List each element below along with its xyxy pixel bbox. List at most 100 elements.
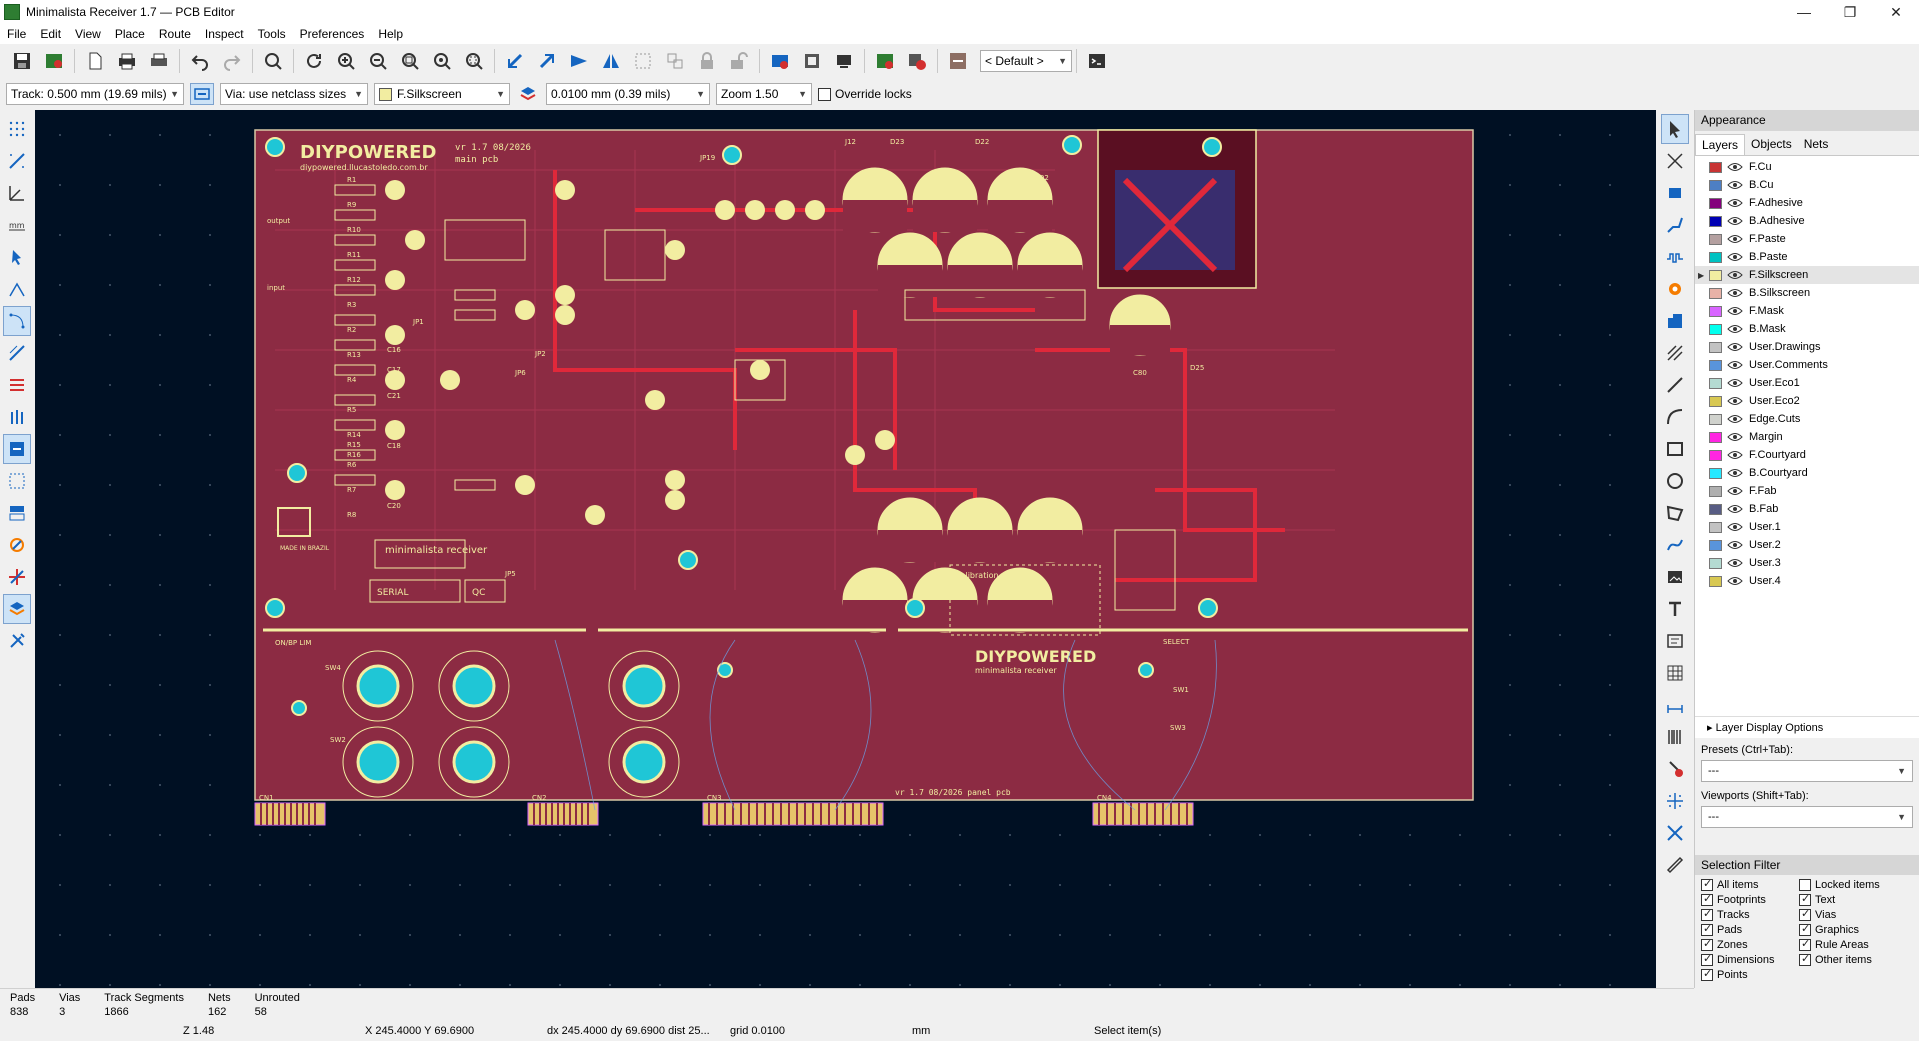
layer-color-swatch[interactable] (1709, 287, 1722, 299)
eye-icon[interactable] (1727, 558, 1743, 568)
delete-tool-button[interactable] (1661, 754, 1689, 784)
filter-item[interactable]: Dimensions (1701, 952, 1793, 967)
layer-row[interactable]: Margin (1695, 428, 1919, 446)
tune-length-button[interactable] (1661, 242, 1689, 272)
filter-checkbox[interactable] (1799, 937, 1811, 951)
unlock-button[interactable] (723, 46, 755, 76)
place-via-button[interactable] (1661, 274, 1689, 304)
add-dimension-button[interactable] (1661, 690, 1689, 720)
show-footprints-button[interactable] (3, 530, 31, 560)
3d-viewer-button[interactable] (869, 46, 901, 76)
track-width-select[interactable]: Track: 0.500 mm (19.69 mils) ▼ (6, 83, 184, 105)
filter-item[interactable]: Zones (1701, 937, 1793, 952)
eye-icon[interactable] (1727, 450, 1743, 460)
footprint-viewer-button[interactable] (828, 46, 860, 76)
local-ratsnest-button[interactable] (1661, 146, 1689, 176)
presets-select[interactable]: --- ▼ (1701, 760, 1913, 782)
place-table-button[interactable] (1661, 658, 1689, 688)
show-pads-outline-button[interactable] (3, 562, 31, 592)
eye-icon[interactable] (1727, 396, 1743, 406)
eye-icon[interactable] (1727, 198, 1743, 208)
place-footprint-button[interactable] (1661, 178, 1689, 208)
layer-color-swatch[interactable] (1709, 449, 1722, 461)
layer-row[interactable]: User.3 (1695, 554, 1919, 572)
layer-color-swatch[interactable] (1709, 413, 1722, 425)
eye-icon[interactable] (1727, 180, 1743, 190)
menu-file[interactable]: File (0, 27, 33, 41)
layer-row[interactable]: F.Fab (1695, 482, 1919, 500)
filter-item[interactable]: Vias (1799, 907, 1909, 922)
close-button[interactable]: ✕ (1873, 0, 1919, 24)
filter-checkbox[interactable] (1701, 937, 1713, 951)
rotate-ccw-button[interactable] (499, 46, 531, 76)
layer-pair-select-button[interactable] (516, 83, 540, 105)
filter-item[interactable]: Other items (1799, 952, 1909, 967)
scripting-console-button[interactable] (1081, 46, 1113, 76)
layer-color-swatch[interactable] (1709, 215, 1722, 227)
via-size-select[interactable]: Via: use netclass sizes ▼ (220, 83, 368, 105)
menu-help[interactable]: Help (371, 27, 410, 41)
layer-row[interactable]: B.Cu (1695, 176, 1919, 194)
curved-ratsnest-button[interactable] (3, 306, 31, 336)
net-highlight-button[interactable] (3, 466, 31, 496)
tab-objects[interactable]: Objects (1745, 134, 1798, 155)
group-button[interactable] (627, 46, 659, 76)
eye-icon[interactable] (1727, 522, 1743, 532)
filter-item[interactable]: All items (1701, 877, 1793, 892)
layer-row[interactable]: User.Eco1 (1695, 374, 1919, 392)
filter-item[interactable]: Footprints (1701, 892, 1793, 907)
draw-circle-button[interactable] (1661, 466, 1689, 496)
layer-manager-button[interactable] (3, 498, 31, 528)
mirror-button[interactable] (595, 46, 627, 76)
filter-item[interactable]: Rule Areas (1799, 937, 1909, 952)
pcb-canvas[interactable]: DIYPOWERED diypowered.llucastoledo.com.b… (35, 110, 1656, 988)
grid-origin-button[interactable] (1661, 786, 1689, 816)
filter-checkbox[interactable] (1799, 952, 1811, 966)
layer-row[interactable]: User.Eco2 (1695, 392, 1919, 410)
auto-track-width-button[interactable] (190, 83, 214, 105)
layer-color-swatch[interactable] (1709, 467, 1722, 479)
layer-row[interactable]: B.Adhesive (1695, 212, 1919, 230)
layer-row[interactable]: F.Paste (1695, 230, 1919, 248)
grid-size-select[interactable]: 0.0100 mm (0.39 mils) ▼ (546, 83, 710, 105)
refresh-button[interactable] (298, 46, 330, 76)
layer-row[interactable]: User.Comments (1695, 356, 1919, 374)
eye-icon[interactable] (1727, 414, 1743, 424)
draw-polygon-button[interactable] (1661, 498, 1689, 528)
filter-item[interactable]: Pads (1701, 922, 1793, 937)
layer-row[interactable]: B.Paste (1695, 248, 1919, 266)
layer-row[interactable]: Edge.Cuts (1695, 410, 1919, 428)
layer-row[interactable]: F.Cu (1695, 158, 1919, 176)
filter-checkbox[interactable] (1701, 907, 1713, 921)
zoom-in-button[interactable] (330, 46, 362, 76)
eye-icon[interactable] (1727, 540, 1743, 550)
filter-item[interactable]: Points (1701, 967, 1793, 982)
plot-button[interactable] (143, 46, 175, 76)
layer-color-swatch[interactable] (1709, 377, 1722, 389)
draw-rect-button[interactable] (1661, 434, 1689, 464)
filter-checkbox[interactable] (1701, 922, 1713, 936)
override-locks-checkbox[interactable] (818, 87, 831, 101)
measure-tool-button[interactable] (1661, 850, 1689, 880)
tab-nets[interactable]: Nets (1798, 134, 1835, 155)
draw-arc-button[interactable] (1661, 402, 1689, 432)
layer-color-swatch[interactable] (1709, 485, 1722, 497)
eye-icon[interactable] (1727, 306, 1743, 316)
show-pads-button[interactable] (3, 370, 31, 400)
barcode-button[interactable] (1661, 722, 1689, 752)
eye-icon[interactable] (1727, 378, 1743, 388)
active-layer-select[interactable]: F.Silkscreen ▼ (374, 83, 510, 105)
layer-color-swatch[interactable] (1709, 395, 1722, 407)
layer-row[interactable]: User.Drawings (1695, 338, 1919, 356)
place-textbox-button[interactable] (1661, 626, 1689, 656)
filter-item[interactable]: Text (1799, 892, 1909, 907)
board-setup-button[interactable] (38, 46, 70, 76)
layer-color-swatch[interactable] (1709, 251, 1722, 263)
filter-checkbox[interactable] (1799, 922, 1811, 936)
eye-icon[interactable] (1727, 486, 1743, 496)
grid-overrides-button[interactable] (3, 146, 31, 176)
eye-icon[interactable] (1727, 468, 1743, 478)
layer-row[interactable]: User.2 (1695, 536, 1919, 554)
place-image-button[interactable] (1661, 562, 1689, 592)
lock-button[interactable] (691, 46, 723, 76)
